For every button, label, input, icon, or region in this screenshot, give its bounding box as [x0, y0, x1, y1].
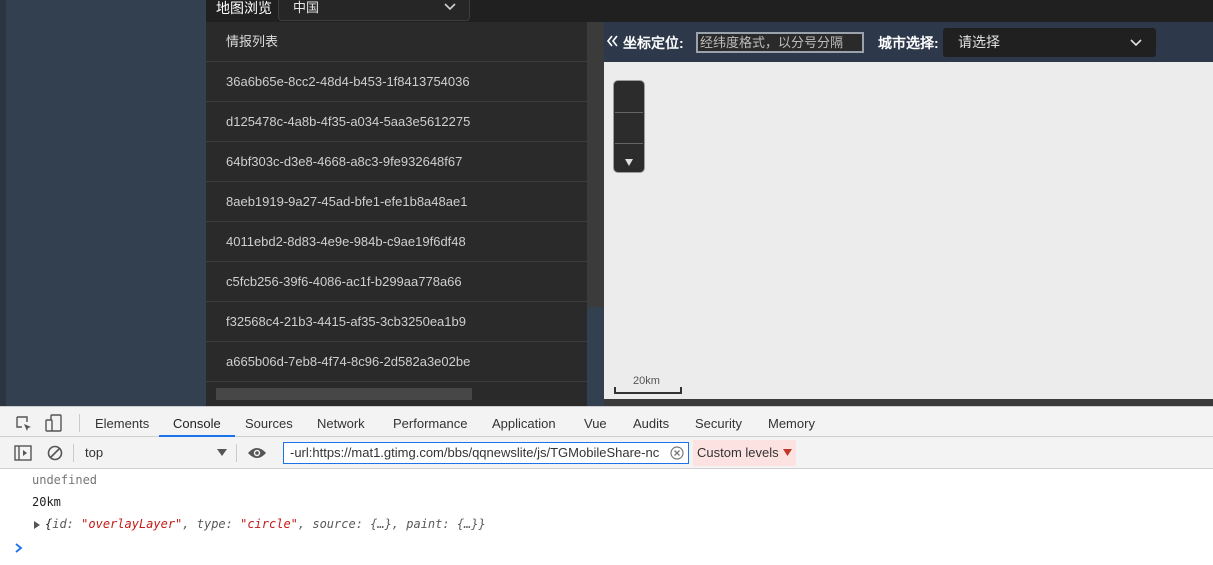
intel-list-item[interactable]: a665b06d-7eb8-4f74-8c96-2d582a3e02be — [206, 342, 587, 382]
tab-security[interactable]: Security — [695, 407, 742, 437]
toolbar-separator — [79, 414, 80, 432]
intel-list-item[interactable]: 36a6b65e-8cc2-48d4-b453-1f8413754036 — [206, 62, 587, 102]
tab-performance[interactable]: Performance — [393, 407, 467, 437]
tab-vue[interactable]: Vue — [584, 407, 607, 437]
console-line: undefined — [32, 473, 98, 487]
coordinate-input[interactable] — [696, 32, 864, 53]
toolbar-separator — [73, 444, 74, 462]
intel-list-panel: 情报列表 36a6b65e-8cc2-48d4-b453-1f841375403… — [206, 22, 587, 406]
intel-list: 36a6b65e-8cc2-48d4-b453-1f8413754036 d125… — [206, 62, 587, 382]
city-select[interactable]: 请选择 — [943, 28, 1156, 57]
tab-elements[interactable]: Elements — [95, 407, 149, 437]
scale-text: 20km — [633, 375, 660, 387]
chevron-down-icon — [444, 3, 456, 11]
console-output: undefined 20km {id: "overlayLayer", type… — [0, 469, 1213, 565]
inspect-icon[interactable] — [15, 415, 33, 433]
list-horizontal-scrollbar[interactable] — [216, 388, 472, 400]
devtools-tab-bar: Elements Console Sources Network Performance… — [0, 407, 1213, 437]
city-label: 城市选择: — [878, 35, 939, 51]
map-canvas[interactable] — [604, 62, 1213, 399]
dropdown-caret-icon[interactable] — [217, 449, 227, 457]
expand-arrow-icon[interactable] — [33, 520, 41, 530]
tab-memory[interactable]: Memory — [768, 407, 815, 437]
map-browse-label: 地图浏览 — [216, 0, 272, 16]
intel-list-item[interactable]: 4011ebd2-8d83-4e9e-984b-c9ae19f6df48 — [206, 222, 587, 262]
console-line: 20km — [32, 495, 61, 509]
dropdown-caret-icon[interactable] — [783, 449, 792, 457]
zoom-divider — [615, 143, 643, 144]
intel-list-item[interactable]: f32568c4-21b3-4415-af35-3cb3250ea1b9 — [206, 302, 587, 342]
coordinate-label: 坐标定位: — [623, 35, 684, 51]
zoom-down-arrow-icon[interactable] — [624, 157, 634, 167]
left-sidebar-strip — [0, 0, 6, 406]
intel-list-item[interactable]: c5fcb256-39f6-4086-ac1f-b299aa778a66 — [206, 262, 587, 302]
log-levels-select[interactable]: Custom levels — [693, 440, 796, 466]
eye-icon[interactable] — [247, 446, 267, 460]
tab-application[interactable]: Application — [492, 407, 556, 437]
tab-console[interactable]: Console — [159, 407, 235, 437]
tab-audits[interactable]: Audits — [633, 407, 669, 437]
zoom-control[interactable] — [613, 80, 645, 173]
prompt-chevron-icon[interactable] — [14, 542, 24, 554]
intel-list-item[interactable]: 64bf303c-d3e8-4668-a8c3-9fe932648f67 — [206, 142, 587, 182]
console-toolbar: top -url:https://mat1.gtimg.com/bbs/qqne… — [0, 437, 1213, 469]
toolbar-separator — [236, 444, 237, 462]
zoom-divider — [615, 112, 643, 113]
clear-filter-icon[interactable] — [670, 446, 684, 460]
intel-list-header: 情报列表 — [206, 22, 587, 62]
city-select-value: 请选择 — [958, 34, 1000, 50]
console-object[interactable]: {id: "overlayLayer", type: "circle", sou… — [45, 517, 486, 531]
sidebar-toggle-icon[interactable] — [14, 445, 32, 461]
tab-sources[interactable]: Sources — [245, 407, 293, 437]
console-filter-input[interactable]: -url:https://mat1.gtimg.com/bbs/qqnewsli… — [283, 442, 689, 464]
intel-list-item[interactable]: 8aeb1919-9a27-45ad-bfe1-efe1b8a48ae1 — [206, 182, 587, 222]
list-vertical-scrollbar[interactable] — [587, 22, 604, 307]
intel-list-item[interactable]: d125478c-4a8b-4f35-a034-5aa3e5612275 — [206, 102, 587, 142]
country-select[interactable]: 中国 — [278, 0, 470, 21]
chevron-down-icon — [1130, 39, 1142, 47]
map-bottom-border — [604, 399, 1213, 406]
tab-network[interactable]: Network — [317, 407, 365, 437]
context-select[interactable]: top — [85, 443, 103, 463]
map-app: 地图浏览 中国 情报列表 36a6b65e-8cc2-48d4-b453-1f8… — [0, 0, 1213, 406]
country-select-value: 中国 — [293, 0, 320, 15]
double-chevron-left-icon[interactable] — [606, 34, 618, 48]
devtools-panel: Elements Console Sources Network Performance… — [0, 406, 1213, 565]
clear-console-icon[interactable] — [47, 445, 63, 461]
device-toolbar-icon[interactable] — [45, 414, 63, 433]
